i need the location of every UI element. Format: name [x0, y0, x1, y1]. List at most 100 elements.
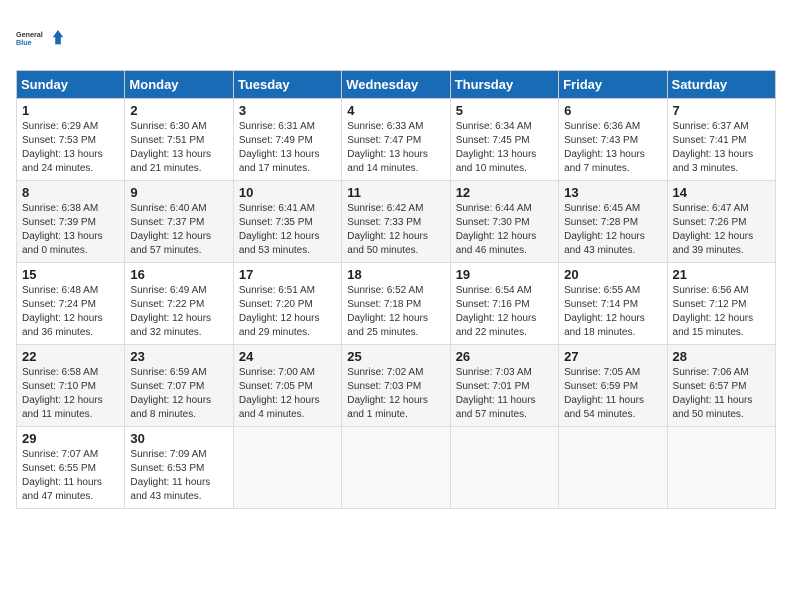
- week-row-2: 8 Sunrise: 6:38 AMSunset: 7:39 PMDayligh…: [17, 181, 776, 263]
- day-cell: 18 Sunrise: 6:52 AMSunset: 7:18 PMDaylig…: [342, 263, 450, 345]
- day-info: Sunrise: 6:47 AMSunset: 7:26 PMDaylight:…: [673, 202, 770, 258]
- day-cell: 1 Sunrise: 6:29 AMSunset: 7:53 PMDayligh…: [17, 99, 125, 181]
- header-wednesday: Wednesday: [342, 71, 450, 99]
- day-cell: 15 Sunrise: 6:48 AMSunset: 7:24 PMDaylig…: [17, 263, 125, 345]
- day-cell: 17 Sunrise: 6:51 AMSunset: 7:20 PMDaylig…: [233, 263, 341, 345]
- day-cell: 7 Sunrise: 6:37 AMSunset: 7:41 PMDayligh…: [667, 99, 775, 181]
- header-sunday: Sunday: [17, 71, 125, 99]
- day-cell: 4 Sunrise: 6:33 AMSunset: 7:47 PMDayligh…: [342, 99, 450, 181]
- day-info: Sunrise: 7:06 AMSunset: 6:57 PMDaylight:…: [673, 366, 770, 422]
- day-info: Sunrise: 7:09 AMSunset: 6:53 PMDaylight:…: [130, 448, 227, 504]
- header-tuesday: Tuesday: [233, 71, 341, 99]
- day-info: Sunrise: 7:03 AMSunset: 7:01 PMDaylight:…: [456, 366, 553, 422]
- day-cell: [450, 427, 558, 509]
- day-number: 16: [130, 267, 227, 282]
- logo: General Blue: [16, 16, 64, 60]
- day-number: 18: [347, 267, 444, 282]
- day-number: 4: [347, 103, 444, 118]
- day-number: 7: [673, 103, 770, 118]
- day-cell: 2 Sunrise: 6:30 AMSunset: 7:51 PMDayligh…: [125, 99, 233, 181]
- day-info: Sunrise: 7:02 AMSunset: 7:03 PMDaylight:…: [347, 366, 444, 422]
- header-thursday: Thursday: [450, 71, 558, 99]
- day-info: Sunrise: 6:48 AMSunset: 7:24 PMDaylight:…: [22, 284, 119, 340]
- day-cell: 11 Sunrise: 6:42 AMSunset: 7:33 PMDaylig…: [342, 181, 450, 263]
- day-cell: 10 Sunrise: 6:41 AMSunset: 7:35 PMDaylig…: [233, 181, 341, 263]
- day-number: 17: [239, 267, 336, 282]
- day-info: Sunrise: 6:38 AMSunset: 7:39 PMDaylight:…: [22, 202, 119, 258]
- day-cell: 26 Sunrise: 7:03 AMSunset: 7:01 PMDaylig…: [450, 345, 558, 427]
- day-cell: 13 Sunrise: 6:45 AMSunset: 7:28 PMDaylig…: [559, 181, 667, 263]
- day-info: Sunrise: 6:29 AMSunset: 7:53 PMDaylight:…: [22, 120, 119, 176]
- day-number: 22: [22, 349, 119, 364]
- day-info: Sunrise: 6:44 AMSunset: 7:30 PMDaylight:…: [456, 202, 553, 258]
- logo-svg: General Blue: [16, 16, 64, 60]
- day-cell: 30 Sunrise: 7:09 AMSunset: 6:53 PMDaylig…: [125, 427, 233, 509]
- day-cell: 14 Sunrise: 6:47 AMSunset: 7:26 PMDaylig…: [667, 181, 775, 263]
- day-number: 23: [130, 349, 227, 364]
- day-number: 28: [673, 349, 770, 364]
- day-cell: [667, 427, 775, 509]
- day-info: Sunrise: 6:31 AMSunset: 7:49 PMDaylight:…: [239, 120, 336, 176]
- day-number: 19: [456, 267, 553, 282]
- day-info: Sunrise: 6:41 AMSunset: 7:35 PMDaylight:…: [239, 202, 336, 258]
- day-info: Sunrise: 6:45 AMSunset: 7:28 PMDaylight:…: [564, 202, 661, 258]
- day-number: 25: [347, 349, 444, 364]
- day-info: Sunrise: 6:40 AMSunset: 7:37 PMDaylight:…: [130, 202, 227, 258]
- day-cell: 8 Sunrise: 6:38 AMSunset: 7:39 PMDayligh…: [17, 181, 125, 263]
- day-info: Sunrise: 6:30 AMSunset: 7:51 PMDaylight:…: [130, 120, 227, 176]
- day-info: Sunrise: 6:42 AMSunset: 7:33 PMDaylight:…: [347, 202, 444, 258]
- day-number: 10: [239, 185, 336, 200]
- day-number: 29: [22, 431, 119, 446]
- day-cell: 29 Sunrise: 7:07 AMSunset: 6:55 PMDaylig…: [17, 427, 125, 509]
- day-info: Sunrise: 6:36 AMSunset: 7:43 PMDaylight:…: [564, 120, 661, 176]
- day-cell: [559, 427, 667, 509]
- calendar-table: SundayMondayTuesdayWednesdayThursdayFrid…: [16, 70, 776, 509]
- day-number: 6: [564, 103, 661, 118]
- day-number: 8: [22, 185, 119, 200]
- calendar-header-row: SundayMondayTuesdayWednesdayThursdayFrid…: [17, 71, 776, 99]
- svg-text:Blue: Blue: [16, 38, 32, 47]
- day-number: 5: [456, 103, 553, 118]
- day-info: Sunrise: 6:37 AMSunset: 7:41 PMDaylight:…: [673, 120, 770, 176]
- day-number: 1: [22, 103, 119, 118]
- day-info: Sunrise: 6:56 AMSunset: 7:12 PMDaylight:…: [673, 284, 770, 340]
- day-cell: 22 Sunrise: 6:58 AMSunset: 7:10 PMDaylig…: [17, 345, 125, 427]
- day-cell: 9 Sunrise: 6:40 AMSunset: 7:37 PMDayligh…: [125, 181, 233, 263]
- calendar-body: 1 Sunrise: 6:29 AMSunset: 7:53 PMDayligh…: [17, 99, 776, 509]
- header-monday: Monday: [125, 71, 233, 99]
- day-number: 13: [564, 185, 661, 200]
- day-cell: 23 Sunrise: 6:59 AMSunset: 7:07 PMDaylig…: [125, 345, 233, 427]
- day-number: 20: [564, 267, 661, 282]
- page-header: General Blue: [16, 16, 776, 60]
- day-cell: 16 Sunrise: 6:49 AMSunset: 7:22 PMDaylig…: [125, 263, 233, 345]
- day-cell: 5 Sunrise: 6:34 AMSunset: 7:45 PMDayligh…: [450, 99, 558, 181]
- day-cell: [233, 427, 341, 509]
- day-cell: 24 Sunrise: 7:00 AMSunset: 7:05 PMDaylig…: [233, 345, 341, 427]
- day-number: 21: [673, 267, 770, 282]
- week-row-1: 1 Sunrise: 6:29 AMSunset: 7:53 PMDayligh…: [17, 99, 776, 181]
- day-number: 14: [673, 185, 770, 200]
- day-cell: 28 Sunrise: 7:06 AMSunset: 6:57 PMDaylig…: [667, 345, 775, 427]
- day-info: Sunrise: 6:52 AMSunset: 7:18 PMDaylight:…: [347, 284, 444, 340]
- day-info: Sunrise: 6:55 AMSunset: 7:14 PMDaylight:…: [564, 284, 661, 340]
- week-row-4: 22 Sunrise: 6:58 AMSunset: 7:10 PMDaylig…: [17, 345, 776, 427]
- day-cell: 12 Sunrise: 6:44 AMSunset: 7:30 PMDaylig…: [450, 181, 558, 263]
- day-cell: 20 Sunrise: 6:55 AMSunset: 7:14 PMDaylig…: [559, 263, 667, 345]
- day-cell: 3 Sunrise: 6:31 AMSunset: 7:49 PMDayligh…: [233, 99, 341, 181]
- day-cell: 19 Sunrise: 6:54 AMSunset: 7:16 PMDaylig…: [450, 263, 558, 345]
- day-number: 26: [456, 349, 553, 364]
- day-cell: 21 Sunrise: 6:56 AMSunset: 7:12 PMDaylig…: [667, 263, 775, 345]
- week-row-5: 29 Sunrise: 7:07 AMSunset: 6:55 PMDaylig…: [17, 427, 776, 509]
- day-cell: 6 Sunrise: 6:36 AMSunset: 7:43 PMDayligh…: [559, 99, 667, 181]
- day-info: Sunrise: 6:59 AMSunset: 7:07 PMDaylight:…: [130, 366, 227, 422]
- day-number: 30: [130, 431, 227, 446]
- day-info: Sunrise: 6:58 AMSunset: 7:10 PMDaylight:…: [22, 366, 119, 422]
- header-saturday: Saturday: [667, 71, 775, 99]
- header-friday: Friday: [559, 71, 667, 99]
- day-cell: 27 Sunrise: 7:05 AMSunset: 6:59 PMDaylig…: [559, 345, 667, 427]
- day-info: Sunrise: 6:33 AMSunset: 7:47 PMDaylight:…: [347, 120, 444, 176]
- day-number: 12: [456, 185, 553, 200]
- day-info: Sunrise: 7:00 AMSunset: 7:05 PMDaylight:…: [239, 366, 336, 422]
- day-info: Sunrise: 6:54 AMSunset: 7:16 PMDaylight:…: [456, 284, 553, 340]
- day-cell: 25 Sunrise: 7:02 AMSunset: 7:03 PMDaylig…: [342, 345, 450, 427]
